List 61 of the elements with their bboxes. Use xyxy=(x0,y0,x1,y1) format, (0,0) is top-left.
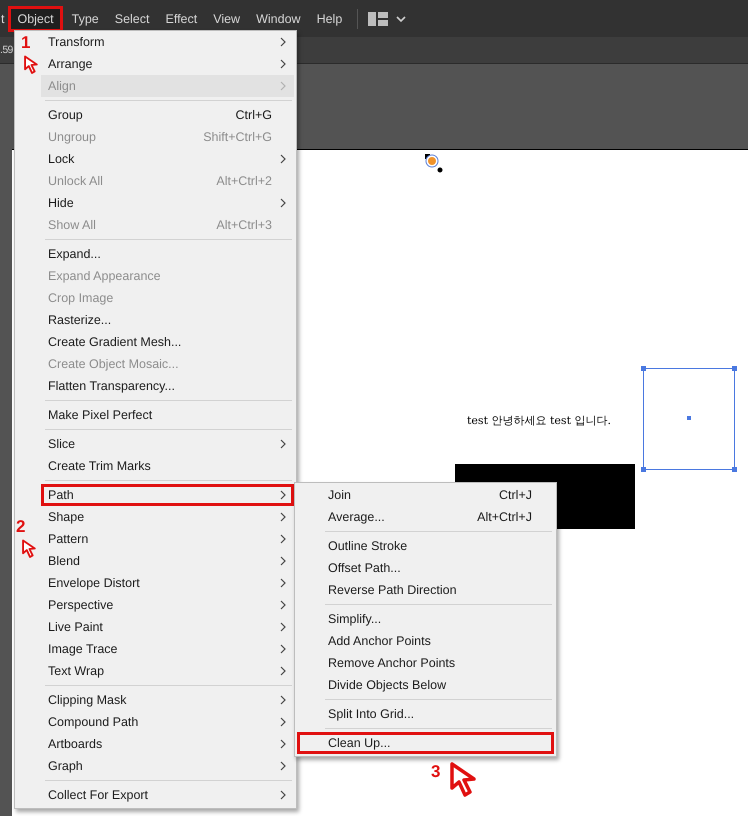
menu-title[interactable]: Select xyxy=(108,8,156,30)
shortcut-label: Alt+Ctrl+3 xyxy=(216,218,272,232)
menu-item[interactable]: Envelope Distort xyxy=(41,572,294,594)
menu-title[interactable]: Effect xyxy=(158,8,204,30)
menu-item[interactable]: Add Anchor Points xyxy=(297,630,554,652)
menu-title[interactable]: t xyxy=(1,12,4,26)
menu-item[interactable]: Rasterize... xyxy=(41,309,294,331)
menu-title[interactable]: Window xyxy=(249,8,308,30)
menu-item[interactable]: Split Into Grid... xyxy=(297,703,554,725)
menu-item[interactable]: Join Ctrl+J xyxy=(297,484,554,506)
menu-item[interactable]: Flatten Transparency... xyxy=(41,375,294,397)
cursor-icon xyxy=(22,538,38,560)
menu-item[interactable]: Create Gradient Mesh... xyxy=(41,331,294,353)
menu-item[interactable]: Simplify... xyxy=(297,608,554,630)
step-number: 3 xyxy=(431,762,440,782)
menu-item[interactable]: Group Ctrl+G xyxy=(41,104,294,126)
menu-title[interactable]: Object xyxy=(8,6,63,32)
step-number: 1 xyxy=(21,33,30,53)
menu-item[interactable]: Lock xyxy=(41,148,294,170)
menu-item[interactable]: Reverse Path Direction xyxy=(297,579,554,601)
menu-item[interactable]: Blend xyxy=(41,550,294,572)
selected-square[interactable] xyxy=(643,368,735,470)
menu-item[interactable]: Clipping Mask xyxy=(41,689,294,711)
menu-item[interactable]: Image Trace xyxy=(41,638,294,660)
cursor-icon xyxy=(24,54,40,76)
menu-item[interactable]: Pattern xyxy=(41,528,294,550)
menu-item[interactable]: Average... Alt+Ctrl+J xyxy=(297,506,554,528)
menu-item[interactable]: Text Wrap xyxy=(41,660,294,682)
shortcut-label: Ctrl+G xyxy=(236,108,272,122)
menu-item[interactable]: Outline Stroke xyxy=(297,535,554,557)
menu-item[interactable]: Artboards xyxy=(41,733,294,755)
workspace-layout-icon[interactable] xyxy=(368,12,388,26)
menu-title[interactable]: Type xyxy=(64,8,106,30)
canvas-text: test 안녕하세요 test 입니다. xyxy=(467,413,611,428)
menu-item[interactable]: Compound Path xyxy=(41,711,294,733)
menu-item[interactable]: Arrange xyxy=(41,53,294,75)
menu-item[interactable]: Live Paint xyxy=(41,616,294,638)
menu-title[interactable]: Help xyxy=(310,8,350,30)
chevron-down-icon[interactable] xyxy=(396,14,406,22)
menu-item[interactable]: Remove Anchor Points xyxy=(297,652,554,674)
menu-item[interactable]: Hide xyxy=(41,192,294,214)
menu-item[interactable]: Perspective xyxy=(41,594,294,616)
menu-item[interactable]: Divide Objects Below xyxy=(297,674,554,696)
menu-item[interactable]: Shape xyxy=(41,506,294,528)
menu-item[interactable]: Clean Up... xyxy=(297,732,554,754)
step-number: 2 xyxy=(16,517,26,537)
menu-item[interactable]: Slice xyxy=(41,433,294,455)
menu-item[interactable]: Transform xyxy=(41,31,294,53)
menu-item[interactable]: Collect For Export xyxy=(41,784,294,806)
shortcut-label: Alt+Ctrl+J xyxy=(477,510,532,524)
menu-item[interactable]: Expand... xyxy=(41,243,294,265)
zoom-value: .59 xyxy=(0,44,13,56)
menu-item[interactable]: Path xyxy=(41,484,294,506)
shortcut-label: Shift+Ctrl+G xyxy=(203,130,272,144)
shortcut-label: Alt+Ctrl+2 xyxy=(216,174,272,188)
menu-item[interactable]: Graph xyxy=(41,755,294,777)
menu-item[interactable]: Make Pixel Perfect xyxy=(41,404,294,426)
menu-item[interactable]: Offset Path... xyxy=(297,557,554,579)
shortcut-label: Ctrl+J xyxy=(499,488,532,502)
menu-item[interactable]: Create Trim Marks xyxy=(41,455,294,477)
menu-title[interactable]: View xyxy=(206,8,248,30)
